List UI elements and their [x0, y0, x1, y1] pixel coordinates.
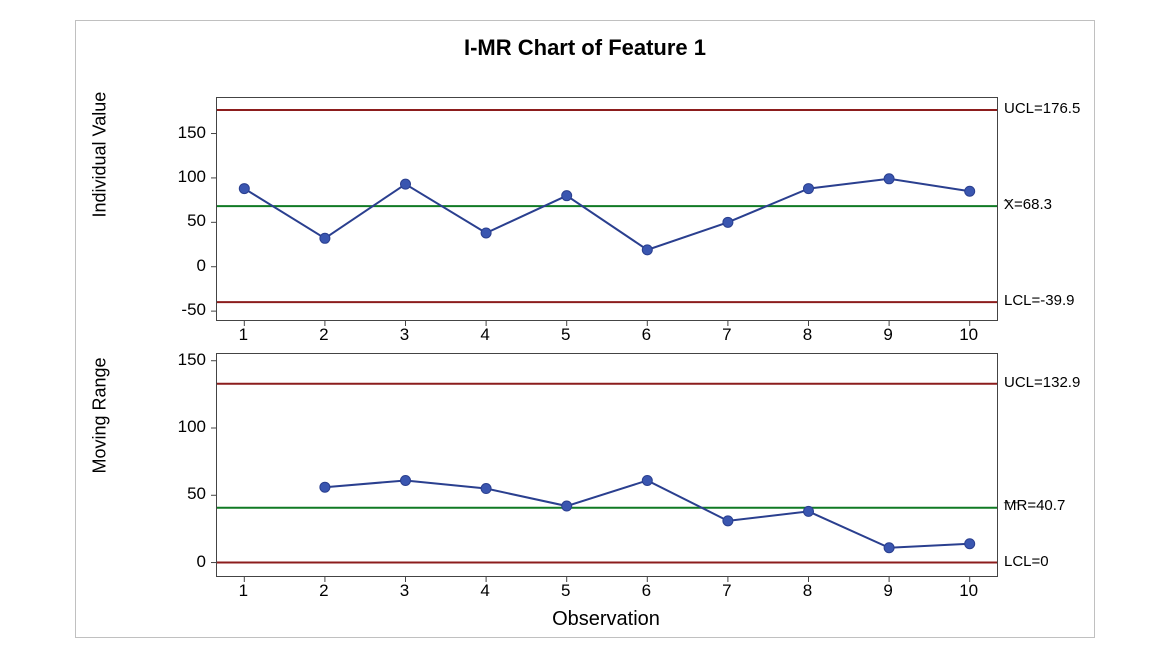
control-limit-label: UCL=132.9: [1004, 375, 1090, 391]
x-tick-label: 1: [228, 581, 258, 601]
data-point: [481, 484, 491, 494]
x-tick-label: 3: [390, 581, 420, 601]
data-point: [401, 179, 411, 189]
x-tick-label: 6: [631, 581, 661, 601]
x-tick-label: 6: [631, 325, 661, 345]
chart-title: I-MR Chart of Feature 1: [76, 35, 1094, 61]
x-tick-label: 8: [793, 581, 823, 601]
data-point: [562, 501, 572, 511]
y-tick-label: 100: [156, 167, 206, 187]
x-tick-label: 8: [793, 325, 823, 345]
x-tick-label: 9: [873, 581, 903, 601]
individuals-panel: [216, 97, 998, 321]
data-line: [325, 480, 970, 547]
data-point: [965, 539, 975, 549]
control-limit-label: LCL=0: [1004, 554, 1090, 570]
data-point: [804, 184, 814, 194]
data-point: [884, 174, 894, 184]
data-point: [239, 184, 249, 194]
x-tick-label: 4: [470, 325, 500, 345]
data-point: [320, 233, 330, 243]
moving-range-plot: [217, 354, 997, 576]
control-limit-label: UCL=176.5: [1004, 101, 1090, 117]
x-tick-label: 10: [954, 325, 984, 345]
data-point: [562, 191, 572, 201]
data-point: [884, 543, 894, 553]
x-tick-label: 4: [470, 581, 500, 601]
data-line: [244, 179, 969, 250]
moving-range-ylabel: Moving Range: [90, 454, 111, 474]
data-point: [723, 516, 733, 526]
x-tick-label: 2: [309, 325, 339, 345]
y-tick-label: -50: [156, 300, 206, 320]
x-tick-label: 1: [228, 325, 258, 345]
control-limit-label: __MR=40.7: [1004, 493, 1090, 514]
data-point: [642, 475, 652, 485]
x-axis-label: Observation: [216, 608, 996, 631]
data-point: [804, 506, 814, 516]
y-tick-label: 150: [156, 350, 206, 370]
y-tick-label: 0: [156, 552, 206, 572]
x-tick-label: 10: [954, 581, 984, 601]
x-tick-label: 7: [712, 325, 742, 345]
x-tick-label: 5: [551, 325, 581, 345]
y-tick-label: 100: [156, 417, 206, 437]
individuals-ylabel: Individual Value: [90, 198, 111, 218]
x-tick-label: 3: [390, 325, 420, 345]
y-tick-label: 150: [156, 123, 206, 143]
chart-frame: I-MR Chart of Feature 1 Individual Value…: [75, 20, 1095, 638]
x-tick-label: 7: [712, 581, 742, 601]
control-limit-label: LCL=-39.9: [1004, 293, 1090, 309]
y-tick-label: 50: [156, 484, 206, 504]
data-point: [965, 186, 975, 196]
data-point: [320, 482, 330, 492]
control-limit-label: _X=68.3: [1004, 191, 1090, 212]
y-tick-label: 50: [156, 211, 206, 231]
data-point: [723, 217, 733, 227]
x-tick-label: 2: [309, 581, 339, 601]
x-tick-label: 5: [551, 581, 581, 601]
y-tick-label: 0: [156, 256, 206, 276]
data-point: [642, 245, 652, 255]
data-point: [481, 228, 491, 238]
data-point: [401, 475, 411, 485]
x-tick-label: 9: [873, 325, 903, 345]
individuals-plot: [217, 98, 997, 320]
moving-range-panel: [216, 353, 998, 577]
